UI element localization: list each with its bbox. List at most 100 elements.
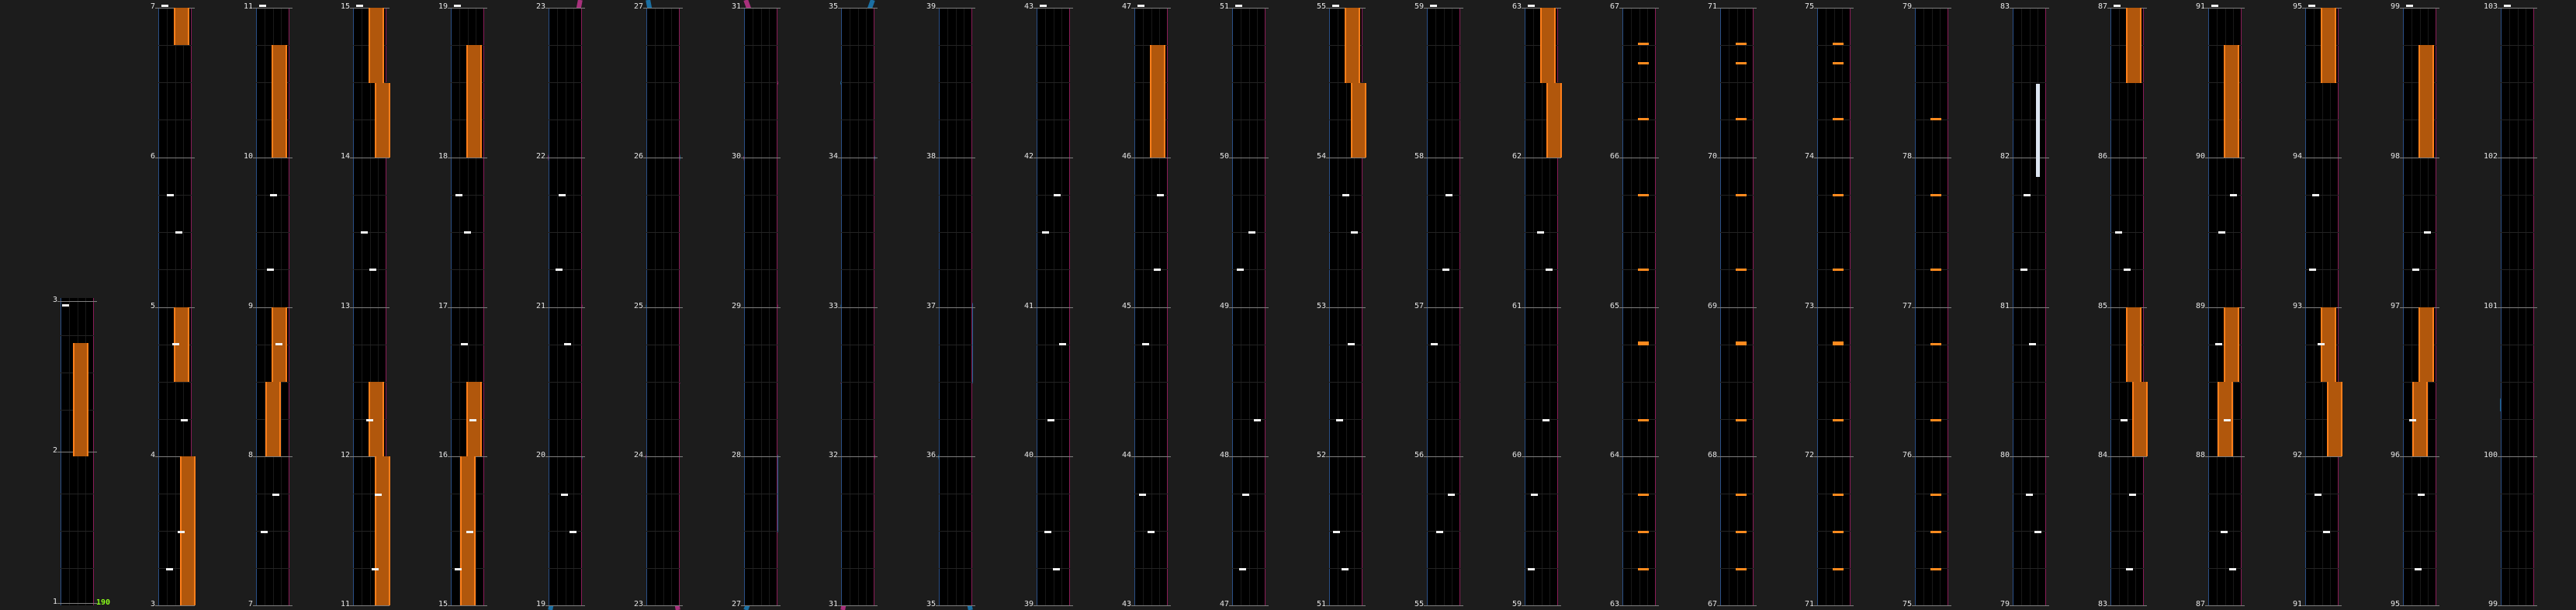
tap-note bbox=[2229, 568, 2236, 570]
measure-number: 24 bbox=[633, 451, 643, 459]
lane-gridline bbox=[2314, 8, 2315, 605]
ex-note bbox=[1736, 419, 1747, 421]
hold-note bbox=[1345, 8, 1360, 83]
measure-number: 81 bbox=[2000, 302, 2010, 310]
beat-line bbox=[1720, 382, 1754, 383]
measure-line bbox=[1424, 8, 1463, 9]
measure-number: 19 bbox=[438, 2, 448, 11]
tap-note bbox=[2221, 531, 2228, 533]
measure-number: 87 bbox=[2195, 600, 2205, 608]
measure-line bbox=[448, 605, 487, 606]
measure-number: 19 bbox=[535, 600, 545, 608]
beat-line bbox=[646, 232, 680, 233]
measure-line bbox=[1619, 605, 1659, 606]
beat-line bbox=[939, 419, 972, 420]
beat-line bbox=[1427, 531, 1460, 532]
ex-note bbox=[1833, 194, 1844, 196]
measure-number: 31 bbox=[828, 600, 838, 608]
ex-note bbox=[1930, 269, 1941, 271]
measure-line bbox=[1131, 605, 1171, 606]
lane-gridline bbox=[1045, 8, 1046, 605]
measure-number: 63 bbox=[1511, 2, 1522, 11]
measure-number: 40 bbox=[1023, 451, 1034, 459]
measure-number: 13 bbox=[340, 302, 350, 310]
lane-column bbox=[1817, 8, 1851, 605]
ex-note bbox=[1833, 43, 1844, 45]
measure-number: 12 bbox=[340, 451, 350, 459]
measure-line bbox=[2302, 456, 2342, 457]
measure-number: 54 bbox=[1316, 152, 1326, 161]
chart-viewer[interactable]: 190 3 2 1 7 6 5 4 3 11 10 9 8 7 15 14 13 12 11 19 18 17 16 15 2… bbox=[0, 0, 2576, 610]
measure-number: 55 bbox=[1316, 2, 1326, 11]
lane-column bbox=[646, 8, 680, 605]
hold-note-white bbox=[2036, 84, 2040, 177]
hold-note bbox=[466, 45, 482, 158]
tap-note bbox=[564, 343, 571, 345]
beat-line bbox=[1232, 382, 1265, 383]
beat-line bbox=[2013, 419, 2046, 420]
beat-line bbox=[1720, 232, 1754, 233]
tap-note bbox=[2418, 494, 2425, 496]
hold-note bbox=[2418, 45, 2434, 158]
lane-column bbox=[2110, 8, 2144, 605]
hold-note bbox=[2132, 382, 2148, 456]
lane-left-border bbox=[1622, 8, 1623, 605]
beat-line bbox=[1427, 82, 1460, 83]
measure-line bbox=[2498, 456, 2537, 457]
tap-note bbox=[1142, 343, 1149, 345]
measure-line bbox=[1717, 605, 1757, 606]
measure-number: 99 bbox=[2390, 2, 2400, 11]
measure-line bbox=[1424, 605, 1463, 606]
tap-note bbox=[166, 568, 173, 570]
tap-note bbox=[1154, 269, 1161, 271]
measure-line bbox=[1424, 456, 1463, 457]
beat-line bbox=[646, 45, 680, 46]
tap-note bbox=[361, 231, 368, 234]
beat-line bbox=[744, 382, 777, 383]
tap-note bbox=[272, 494, 279, 496]
measure-line bbox=[1229, 8, 1269, 9]
tap-note bbox=[2504, 5, 2511, 7]
beat-line bbox=[549, 269, 582, 270]
ex-note bbox=[1638, 269, 1649, 271]
measure-line bbox=[838, 456, 878, 457]
beat-line bbox=[2501, 382, 2534, 383]
measure-number: 43 bbox=[1023, 2, 1034, 11]
measure-number: 42 bbox=[1023, 152, 1034, 161]
tap-note bbox=[1446, 194, 1452, 196]
measure-line bbox=[741, 605, 781, 606]
lane-right-border bbox=[483, 8, 484, 605]
beat-line bbox=[549, 82, 582, 83]
beat-line bbox=[646, 195, 680, 196]
measure-number: 35 bbox=[926, 600, 936, 608]
lane-gridline bbox=[947, 8, 948, 605]
measure-number: 27 bbox=[633, 2, 643, 11]
measure-line bbox=[545, 307, 585, 308]
measure-number: 44 bbox=[1121, 451, 1131, 459]
tap-note bbox=[2121, 419, 2128, 421]
beat-line bbox=[646, 82, 680, 83]
beat-line bbox=[158, 269, 192, 270]
beat-line bbox=[841, 531, 874, 532]
tap-note bbox=[1137, 5, 1144, 7]
beat-line bbox=[549, 568, 582, 569]
measure-number: 101 bbox=[2483, 302, 2498, 310]
measure-number: 70 bbox=[1707, 152, 1717, 161]
measure-number: 76 bbox=[1902, 451, 1912, 459]
beat-line bbox=[451, 269, 484, 270]
beat-line bbox=[2013, 45, 2046, 46]
beat-line bbox=[1427, 195, 1460, 196]
tap-note bbox=[261, 531, 268, 533]
measure-line bbox=[1131, 8, 1171, 9]
tap-note bbox=[1248, 231, 1255, 234]
measure-number: 31 bbox=[731, 2, 741, 11]
beat-line bbox=[549, 531, 582, 532]
measure-number: 47 bbox=[1219, 600, 1229, 608]
tap-note bbox=[2230, 194, 2237, 196]
measure-number: 67 bbox=[1609, 2, 1619, 11]
tap-note bbox=[2020, 269, 2027, 271]
beat-line bbox=[1817, 82, 1851, 83]
lane-gridline bbox=[769, 8, 770, 605]
ex-note bbox=[1833, 568, 1844, 570]
measure-line bbox=[1326, 605, 1366, 606]
